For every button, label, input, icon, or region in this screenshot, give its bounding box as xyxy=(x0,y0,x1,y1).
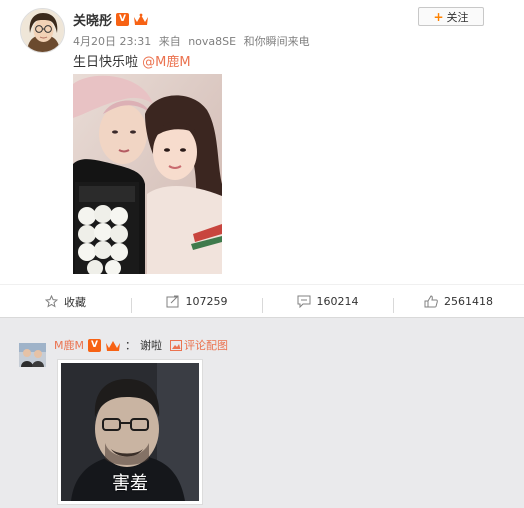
reply-line: M鹿M V ： 谢啦 评论配图 xyxy=(54,337,228,353)
reply-user-avatar[interactable] xyxy=(19,343,46,367)
reply-vip-crown-icon[interactable] xyxy=(105,339,121,352)
post-mention-link[interactable]: @M鹿M xyxy=(142,55,190,70)
share-icon xyxy=(166,295,178,308)
favorite-button[interactable]: 收藏 xyxy=(0,294,131,310)
image-icon xyxy=(169,339,182,351)
follow-button-label: 关注 xyxy=(446,10,469,24)
post-source-suffix[interactable]: 和你瞬间来电 xyxy=(244,35,310,48)
post-source[interactable]: nova8SE xyxy=(188,35,236,48)
sticker-caption: 害羞 xyxy=(112,473,148,494)
reply-text: 谢啦 xyxy=(139,339,162,352)
author-avatar[interactable] xyxy=(20,8,65,53)
reply-verified-v-icon[interactable]: V xyxy=(87,338,101,352)
post-photo[interactable] xyxy=(73,74,222,274)
star-icon xyxy=(45,295,58,308)
follow-button[interactable]: + 关注 xyxy=(418,7,484,26)
repost-count: 107259 xyxy=(185,295,228,308)
comment-icon xyxy=(297,295,310,308)
post-source-prefix: 来自 xyxy=(158,35,181,48)
author-name[interactable]: 关晓彤 xyxy=(73,10,112,29)
sticker-photo: 害羞 xyxy=(61,363,199,501)
post-action-bar: 收藏 107259 160214 2561418 xyxy=(0,284,524,318)
post-text-body: 生日快乐啦 xyxy=(73,55,139,70)
comment-button[interactable]: 160214 xyxy=(262,295,393,313)
weibo-post-card: 关晓彤 V 4月20日 23:31 来自 nova8SE 和你瞬间来电 + 关注… xyxy=(0,0,524,318)
pic-comment-link[interactable]: 评论配图 xyxy=(169,337,228,353)
repost-button[interactable]: 107259 xyxy=(131,295,262,313)
reply-username[interactable]: M鹿M xyxy=(54,337,84,353)
pic-comment-label: 评论配图 xyxy=(183,339,228,352)
like-icon xyxy=(424,295,438,308)
verified-v-icon[interactable]: V xyxy=(116,12,130,26)
post-text: 生日快乐啦 @M鹿M xyxy=(73,51,191,70)
vip-crown-icon[interactable] xyxy=(133,13,149,26)
favorite-label: 收藏 xyxy=(64,295,86,309)
like-button[interactable]: 2561418 xyxy=(393,295,524,313)
post-date[interactable]: 4月20日 23:31 xyxy=(73,35,151,48)
post-meta: 4月20日 23:31 来自 nova8SE 和你瞬间来电 xyxy=(73,33,314,49)
plus-icon: + xyxy=(433,9,444,24)
author-name-row: 关晓彤 V xyxy=(73,10,149,29)
comment-sticker-image[interactable]: 害羞 xyxy=(57,359,203,505)
like-count: 2561418 xyxy=(444,295,493,308)
reply-separator: ： xyxy=(124,339,136,352)
comment-count: 160214 xyxy=(316,295,359,308)
